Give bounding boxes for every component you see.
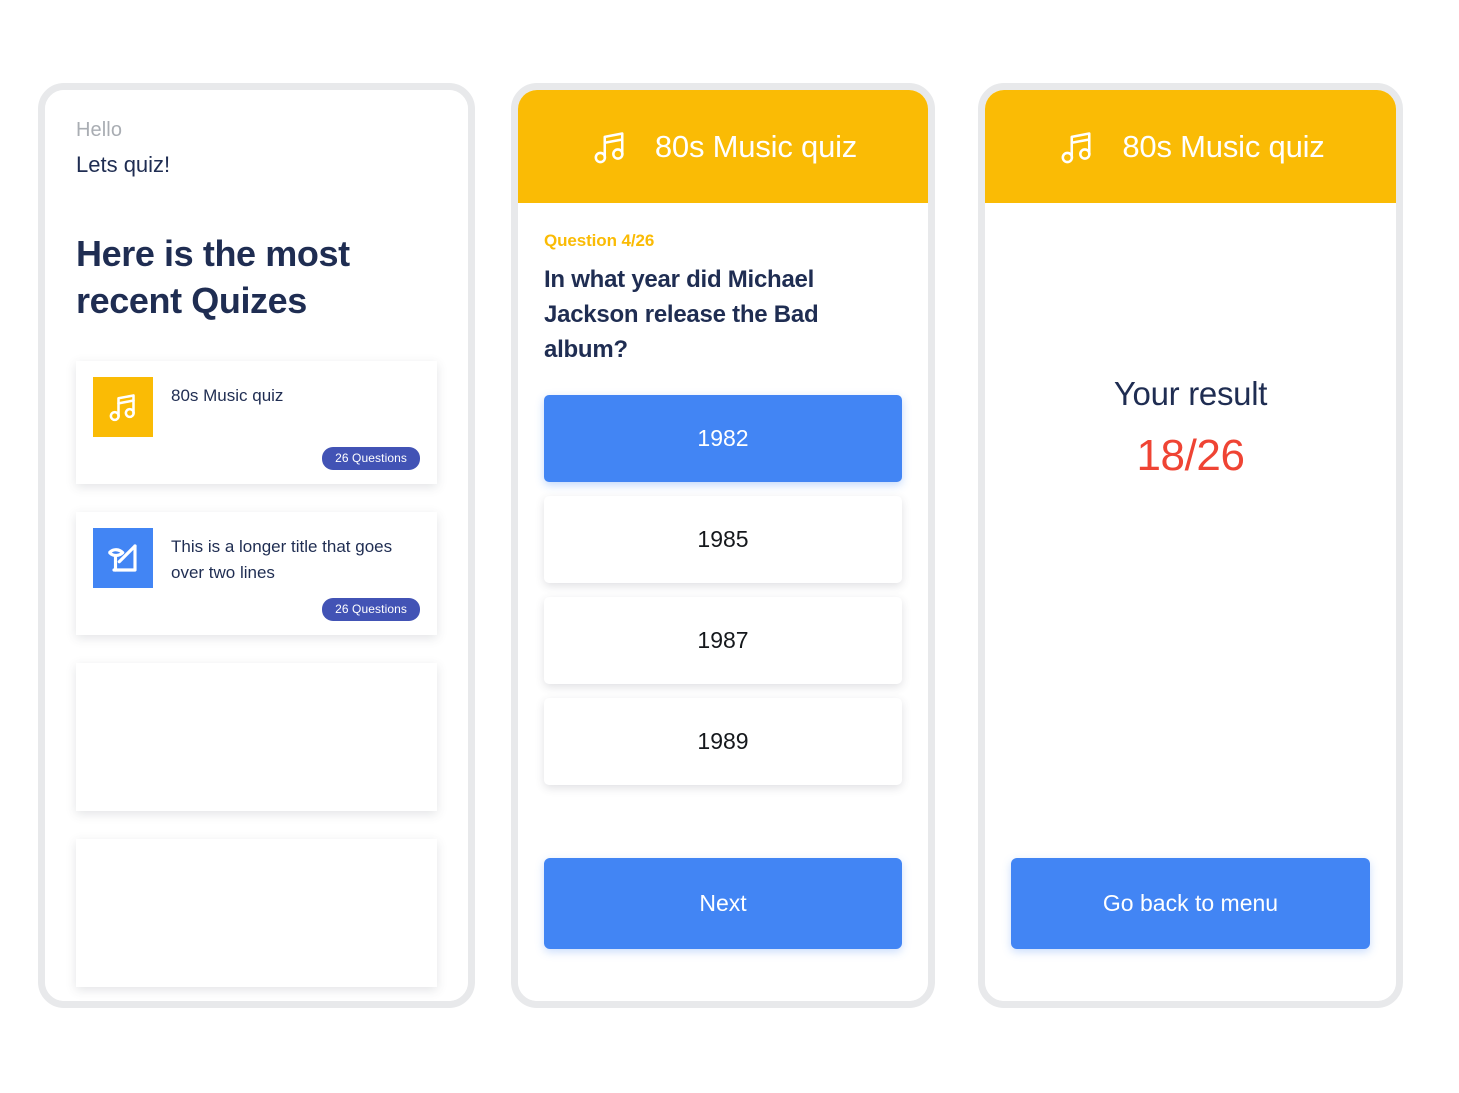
quiz-header-title: 80s Music quiz bbox=[654, 128, 858, 164]
quiz-card-row: This is a longer title that goes over tw… bbox=[93, 527, 420, 588]
answer-option[interactable]: 1989 bbox=[544, 698, 902, 786]
answer-option[interactable]: 1982 bbox=[544, 395, 902, 483]
list-item-placeholder[interactable] bbox=[76, 838, 437, 987]
status-badge: 26 Questions bbox=[322, 446, 420, 470]
menu-content: Hello Lets quiz! Here is the most recent… bbox=[45, 90, 468, 1001]
phone-frame-result: 80s Music quiz Your result 18/26 Go back… bbox=[978, 83, 1403, 1008]
question-body: Question 4/26 In what year did Michael J… bbox=[518, 203, 928, 786]
quiz-card-row: 80s Music quiz bbox=[93, 376, 420, 437]
result-block: Your result 18/26 bbox=[985, 375, 1396, 481]
question-text: In what year did Michael Jackson release… bbox=[544, 266, 819, 363]
quiz-header: 80s Music quiz bbox=[985, 90, 1396, 203]
result-score: 18/26 bbox=[1136, 431, 1245, 480]
question-screen: 80s Music quiz Question 4/26 In what yea… bbox=[518, 90, 928, 1001]
greeting-big: Lets quiz! bbox=[76, 152, 171, 177]
quiz-header: 80s Music quiz bbox=[518, 90, 928, 203]
page-title: Here is the most recent Quizes bbox=[76, 232, 350, 322]
list-item-title: 80s Music quiz bbox=[171, 385, 284, 405]
answer-list: 1982 1985 1987 1989 bbox=[544, 395, 902, 786]
phone-frame-menu: Hello Lets quiz! Here is the most recent… bbox=[38, 83, 475, 1008]
music-note-icon bbox=[589, 126, 631, 168]
app-canvas: Hello Lets quiz! Here is the most recent… bbox=[0, 0, 1459, 1093]
question-counter: Question 4/26 bbox=[544, 231, 655, 250]
next-button[interactable]: Next bbox=[544, 858, 902, 949]
music-note-icon bbox=[1056, 126, 1098, 168]
list-item[interactable]: This is a longer title that goes over tw… bbox=[76, 511, 437, 635]
badge-row: 26 Questions bbox=[93, 446, 420, 470]
phone-frame-question: 80s Music quiz Question 4/26 In what yea… bbox=[511, 83, 935, 1008]
music-note-icon bbox=[93, 376, 153, 437]
result-label: Your result bbox=[1113, 375, 1268, 412]
result-screen: 80s Music quiz Your result 18/26 Go back… bbox=[985, 90, 1396, 1001]
quiz-header-title: 80s Music quiz bbox=[1122, 128, 1325, 164]
quill-pen-icon bbox=[93, 527, 153, 588]
answer-option[interactable]: 1985 bbox=[544, 496, 902, 584]
badge-row: 26 Questions bbox=[93, 597, 420, 621]
status-badge: 26 Questions bbox=[322, 597, 420, 621]
quiz-list: 80s Music quiz 26 Questions This is a lo… bbox=[76, 360, 437, 1001]
list-item-placeholder[interactable] bbox=[76, 662, 437, 811]
answer-option[interactable]: 1987 bbox=[544, 597, 902, 685]
list-item[interactable]: 80s Music quiz 26 Questions bbox=[76, 360, 437, 484]
menu-screen: Hello Lets quiz! Here is the most recent… bbox=[45, 90, 468, 1001]
go-back-to-menu-button[interactable]: Go back to menu bbox=[1011, 858, 1370, 949]
greeting-small: Hello bbox=[76, 119, 123, 141]
list-item-title: This is a longer title that goes over tw… bbox=[171, 536, 393, 582]
